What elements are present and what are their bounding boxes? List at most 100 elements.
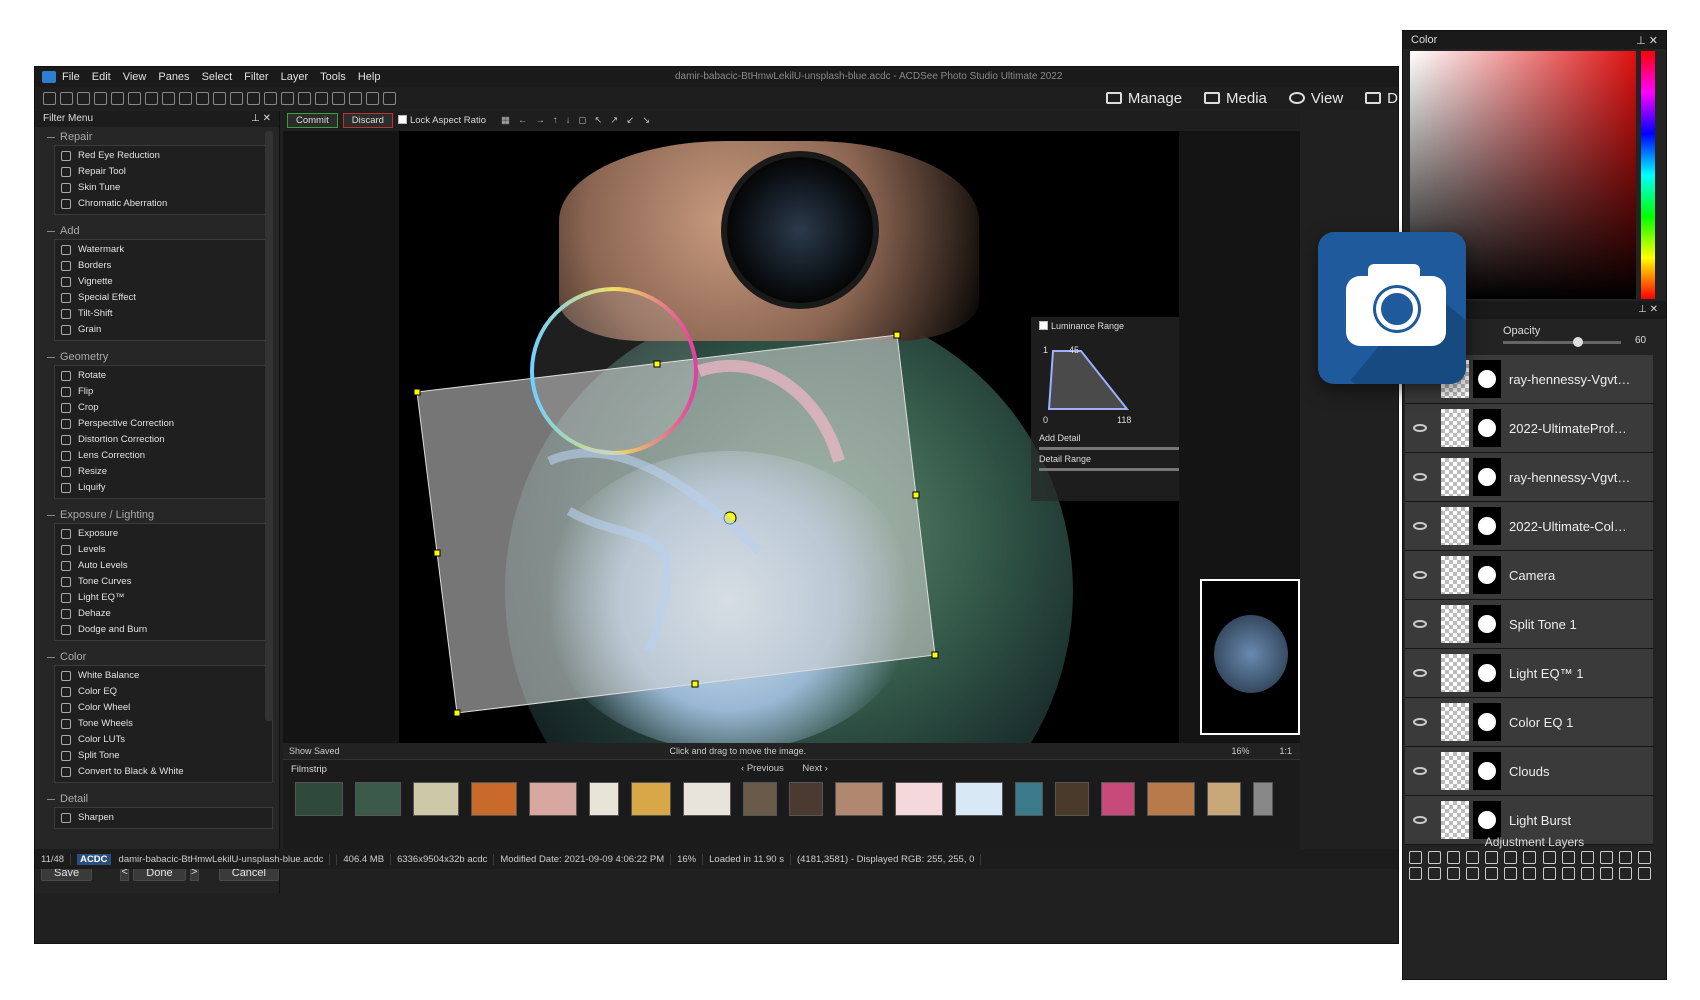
filter-item[interactable]: Tone Wheels [55,716,272,732]
filmstrip-thumb[interactable] [631,782,671,816]
adjustment-layer-icon[interactable] [1428,851,1442,864]
filter-item[interactable]: Resize [55,464,272,480]
zoom-tool-icon[interactable] [349,91,362,105]
eye-icon[interactable] [1413,767,1427,775]
menu-panes[interactable]: Panes [158,71,189,83]
eye-icon[interactable] [1413,669,1427,677]
adjustment-layer-icon[interactable] [1447,867,1461,880]
adjustment-layer-icon[interactable] [1466,851,1480,864]
filmstrip-thumb[interactable] [355,782,401,816]
pin-close-icons[interactable]: ⊥ ✕ [1636,34,1658,47]
filter-item[interactable]: Liquify [55,480,272,496]
filter-group-header[interactable]: Repair [35,127,279,145]
adjustment-layer-icon[interactable] [1599,851,1613,864]
filter-item[interactable]: Flip [55,384,272,400]
filmstrip-thumb[interactable] [683,782,731,816]
color-swatch-icon[interactable] [332,91,345,105]
filter-item[interactable]: Rotate [55,368,272,384]
adjustment-layer-icon[interactable] [1637,867,1651,880]
filmstrip-thumb[interactable] [835,782,883,816]
add-detail-slider[interactable] [1039,447,1179,450]
crop-tool-icon[interactable] [94,91,107,105]
filter-group-header[interactable]: Detail [35,789,279,807]
menu-view[interactable]: View [123,71,147,83]
layer-row[interactable]: Split Tone 1 [1405,600,1653,649]
filter-item[interactable]: Auto Levels [55,558,272,574]
ellipse-tool-icon[interactable] [196,91,209,105]
filter-item[interactable]: Distortion Correction [55,432,272,448]
eraser-tool-icon[interactable] [298,91,311,105]
filmstrip-thumb[interactable] [789,782,823,816]
layer-row[interactable]: Clouds [1405,747,1653,796]
magic-wand-icon[interactable] [145,91,158,105]
pin-close-icons[interactable]: ⊥ ✕ [251,113,271,125]
filter-group-header[interactable]: Add [35,221,279,239]
zoom-level[interactable]: 16% [1231,746,1249,756]
filter-item[interactable]: Color EQ [55,684,272,700]
adjustment-layer-icon[interactable] [1523,867,1537,880]
filter-item[interactable]: Dodge and Burn [55,622,272,638]
transform-tool-icon[interactable] [77,91,90,105]
filter-item[interactable]: Vignette [55,274,272,290]
settings-icon[interactable] [366,91,379,105]
adjustment-layer-icon[interactable] [1561,867,1575,880]
mode-view[interactable]: View [1288,90,1343,107]
filmstrip-thumb[interactable] [1015,782,1043,816]
filter-item[interactable]: Convert to Black & White [55,764,272,780]
filter-item[interactable]: Levels [55,542,272,558]
filter-item[interactable]: White Balance [55,668,272,684]
filmstrip-thumb[interactable] [471,782,517,816]
layer-row[interactable]: 2022-Ultimate-Color... [1405,502,1653,551]
filmstrip-thumb[interactable] [1101,782,1135,816]
filter-item[interactable]: Tilt-Shift [55,306,272,322]
lock-aspect-checkbox[interactable]: Lock Aspect Ratio [397,114,486,126]
next-button-filmstrip[interactable]: Next › [802,763,827,774]
eye-icon[interactable] [1413,424,1427,432]
filmstrip-thumb[interactable] [529,782,577,816]
filter-item[interactable]: Grain [55,322,272,338]
filter-group-header[interactable]: Exposure / Lighting [35,505,279,523]
adjustment-layer-icon[interactable] [1466,867,1480,880]
adjustment-layer-icon[interactable] [1542,851,1556,864]
eye-icon[interactable] [1413,473,1427,481]
eye-icon[interactable] [1413,718,1427,726]
filter-item[interactable]: Tone Curves [55,574,272,590]
mode-media[interactable]: Media [1204,90,1267,107]
navigator-preview[interactable] [1200,579,1300,735]
filmstrip-thumb[interactable] [743,782,777,816]
luminance-range-panel[interactable]: Luminance Range 1 45 0 118 Add Detail De… [1031,317,1179,501]
detail-range-slider[interactable] [1039,468,1179,471]
rectangle-tool-icon[interactable] [179,91,192,105]
filmstrip-thumb[interactable] [413,782,459,816]
filter-item[interactable]: Borders [55,258,272,274]
text-tool-icon[interactable] [162,91,175,105]
luminance-checkbox[interactable] [1039,321,1048,330]
filter-menu-scrollbar[interactable] [265,131,273,721]
filter-item[interactable]: Color LUTs [55,732,272,748]
adjustment-layer-icon[interactable] [1599,867,1613,880]
filter-item[interactable]: Color Wheel [55,700,272,716]
filmstrip-thumb[interactable] [589,782,619,816]
filter-item[interactable]: Exposure [55,526,272,542]
adjustment-layer-icon[interactable] [1580,851,1594,864]
adjustment-layer-icon[interactable] [1485,867,1499,880]
layer-row[interactable]: ray-hennessy-Vgvtxn... [1405,453,1653,502]
adjustment-layer-icon[interactable] [1409,851,1422,864]
adjustment-layer-icon[interactable] [1618,851,1632,864]
adjustment-layer-icon[interactable] [1447,851,1461,864]
opacity-slider[interactable] [1503,337,1621,347]
filmstrip-thumb[interactable] [1055,782,1089,816]
filter-item[interactable]: Chromatic Aberration [55,196,272,212]
filter-item[interactable]: Red Eye Reduction [55,148,272,164]
pin-close-icons[interactable]: ⊥ ✕ [1638,304,1658,315]
layer-row[interactable]: Light EQ™ 1 [1405,649,1653,698]
luminance-graph[interactable] [1039,337,1179,417]
menu-filter[interactable]: Filter [244,71,268,83]
layer-row[interactable]: Color EQ 1 [1405,698,1653,747]
filmstrip-thumb[interactable] [955,782,1003,816]
filmstrip-thumb[interactable] [895,782,943,816]
align-icons[interactable]: ▦←→↑↓◻↖↗↙↘ [501,115,658,126]
previous-button[interactable]: ‹ Previous [741,763,784,774]
adjustment-layer-icon[interactable] [1542,867,1556,880]
image-canvas[interactable]: Luminance Range 1 45 0 118 Add Detail De… [283,131,1300,743]
